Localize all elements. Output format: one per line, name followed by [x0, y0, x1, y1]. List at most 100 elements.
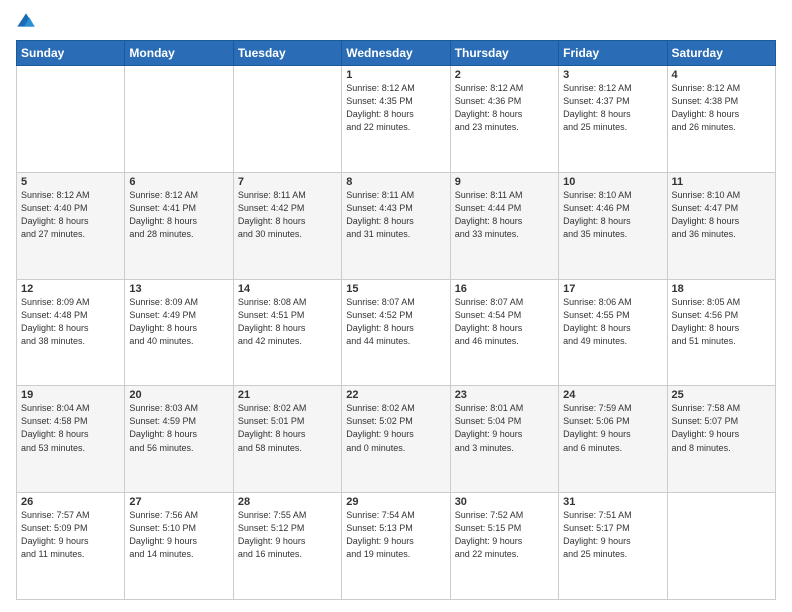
- calendar-cell: 12Sunrise: 8:09 AM Sunset: 4:48 PM Dayli…: [17, 279, 125, 386]
- header: [16, 12, 776, 32]
- dow-header-sunday: Sunday: [17, 41, 125, 66]
- calendar-cell: 17Sunrise: 8:06 AM Sunset: 4:55 PM Dayli…: [559, 279, 667, 386]
- day-info: Sunrise: 7:56 AM Sunset: 5:10 PM Dayligh…: [129, 509, 228, 561]
- calendar-cell: 10Sunrise: 8:10 AM Sunset: 4:46 PM Dayli…: [559, 172, 667, 279]
- day-number: 6: [129, 176, 228, 188]
- day-info: Sunrise: 8:07 AM Sunset: 4:52 PM Dayligh…: [346, 296, 445, 348]
- calendar-cell: 26Sunrise: 7:57 AM Sunset: 5:09 PM Dayli…: [17, 493, 125, 600]
- dow-header-thursday: Thursday: [450, 41, 558, 66]
- day-number: 28: [238, 496, 337, 508]
- day-info: Sunrise: 8:07 AM Sunset: 4:54 PM Dayligh…: [455, 296, 554, 348]
- calendar-cell: 4Sunrise: 8:12 AM Sunset: 4:38 PM Daylig…: [667, 66, 775, 173]
- week-row-0: 1Sunrise: 8:12 AM Sunset: 4:35 PM Daylig…: [17, 66, 776, 173]
- day-info: Sunrise: 8:12 AM Sunset: 4:40 PM Dayligh…: [21, 189, 120, 241]
- week-row-4: 26Sunrise: 7:57 AM Sunset: 5:09 PM Dayli…: [17, 493, 776, 600]
- day-info: Sunrise: 8:08 AM Sunset: 4:51 PM Dayligh…: [238, 296, 337, 348]
- calendar-cell: 18Sunrise: 8:05 AM Sunset: 4:56 PM Dayli…: [667, 279, 775, 386]
- day-number: 23: [455, 389, 554, 401]
- day-info: Sunrise: 8:02 AM Sunset: 5:01 PM Dayligh…: [238, 402, 337, 454]
- day-info: Sunrise: 8:11 AM Sunset: 4:43 PM Dayligh…: [346, 189, 445, 241]
- day-info: Sunrise: 8:11 AM Sunset: 4:44 PM Dayligh…: [455, 189, 554, 241]
- calendar-cell: 14Sunrise: 8:08 AM Sunset: 4:51 PM Dayli…: [233, 279, 341, 386]
- day-info: Sunrise: 8:06 AM Sunset: 4:55 PM Dayligh…: [563, 296, 662, 348]
- day-info: Sunrise: 8:05 AM Sunset: 4:56 PM Dayligh…: [672, 296, 771, 348]
- calendar-cell: 9Sunrise: 8:11 AM Sunset: 4:44 PM Daylig…: [450, 172, 558, 279]
- day-info: Sunrise: 7:58 AM Sunset: 5:07 PM Dayligh…: [672, 402, 771, 454]
- week-row-1: 5Sunrise: 8:12 AM Sunset: 4:40 PM Daylig…: [17, 172, 776, 279]
- day-info: Sunrise: 7:52 AM Sunset: 5:15 PM Dayligh…: [455, 509, 554, 561]
- calendar-cell: 5Sunrise: 8:12 AM Sunset: 4:40 PM Daylig…: [17, 172, 125, 279]
- day-info: Sunrise: 7:54 AM Sunset: 5:13 PM Dayligh…: [346, 509, 445, 561]
- day-info: Sunrise: 8:04 AM Sunset: 4:58 PM Dayligh…: [21, 402, 120, 454]
- calendar-cell: 6Sunrise: 8:12 AM Sunset: 4:41 PM Daylig…: [125, 172, 233, 279]
- day-number: 29: [346, 496, 445, 508]
- calendar-cell: [125, 66, 233, 173]
- day-number: 17: [563, 283, 662, 295]
- day-number: 8: [346, 176, 445, 188]
- calendar-cell: 21Sunrise: 8:02 AM Sunset: 5:01 PM Dayli…: [233, 386, 341, 493]
- day-number: 18: [672, 283, 771, 295]
- day-info: Sunrise: 8:12 AM Sunset: 4:36 PM Dayligh…: [455, 82, 554, 134]
- calendar-cell: 1Sunrise: 8:12 AM Sunset: 4:35 PM Daylig…: [342, 66, 450, 173]
- day-info: Sunrise: 8:12 AM Sunset: 4:38 PM Dayligh…: [672, 82, 771, 134]
- calendar-cell: 24Sunrise: 7:59 AM Sunset: 5:06 PM Dayli…: [559, 386, 667, 493]
- day-info: Sunrise: 8:09 AM Sunset: 4:49 PM Dayligh…: [129, 296, 228, 348]
- day-number: 3: [563, 69, 662, 81]
- calendar-cell: 3Sunrise: 8:12 AM Sunset: 4:37 PM Daylig…: [559, 66, 667, 173]
- day-info: Sunrise: 8:12 AM Sunset: 4:35 PM Dayligh…: [346, 82, 445, 134]
- day-number: 25: [672, 389, 771, 401]
- calendar-table: SundayMondayTuesdayWednesdayThursdayFrid…: [16, 40, 776, 600]
- calendar-cell: 7Sunrise: 8:11 AM Sunset: 4:42 PM Daylig…: [233, 172, 341, 279]
- day-number: 11: [672, 176, 771, 188]
- day-number: 4: [672, 69, 771, 81]
- day-info: Sunrise: 7:57 AM Sunset: 5:09 PM Dayligh…: [21, 509, 120, 561]
- day-number: 30: [455, 496, 554, 508]
- day-number: 7: [238, 176, 337, 188]
- day-number: 10: [563, 176, 662, 188]
- calendar-cell: 13Sunrise: 8:09 AM Sunset: 4:49 PM Dayli…: [125, 279, 233, 386]
- day-number: 26: [21, 496, 120, 508]
- logo-icon: [16, 12, 36, 32]
- page: SundayMondayTuesdayWednesdayThursdayFrid…: [0, 0, 792, 612]
- day-number: 20: [129, 389, 228, 401]
- day-info: Sunrise: 8:02 AM Sunset: 5:02 PM Dayligh…: [346, 402, 445, 454]
- calendar-cell: 23Sunrise: 8:01 AM Sunset: 5:04 PM Dayli…: [450, 386, 558, 493]
- day-info: Sunrise: 8:12 AM Sunset: 4:41 PM Dayligh…: [129, 189, 228, 241]
- calendar-cell: 31Sunrise: 7:51 AM Sunset: 5:17 PM Dayli…: [559, 493, 667, 600]
- calendar-cell: [17, 66, 125, 173]
- day-info: Sunrise: 7:51 AM Sunset: 5:17 PM Dayligh…: [563, 509, 662, 561]
- calendar-cell: 20Sunrise: 8:03 AM Sunset: 4:59 PM Dayli…: [125, 386, 233, 493]
- dow-header-tuesday: Tuesday: [233, 41, 341, 66]
- dow-header-saturday: Saturday: [667, 41, 775, 66]
- calendar-cell: 22Sunrise: 8:02 AM Sunset: 5:02 PM Dayli…: [342, 386, 450, 493]
- day-number: 22: [346, 389, 445, 401]
- day-number: 9: [455, 176, 554, 188]
- calendar-cell: 11Sunrise: 8:10 AM Sunset: 4:47 PM Dayli…: [667, 172, 775, 279]
- day-number: 21: [238, 389, 337, 401]
- day-info: Sunrise: 8:01 AM Sunset: 5:04 PM Dayligh…: [455, 402, 554, 454]
- day-info: Sunrise: 8:11 AM Sunset: 4:42 PM Dayligh…: [238, 189, 337, 241]
- calendar-cell: 16Sunrise: 8:07 AM Sunset: 4:54 PM Dayli…: [450, 279, 558, 386]
- day-number: 14: [238, 283, 337, 295]
- calendar-cell: 15Sunrise: 8:07 AM Sunset: 4:52 PM Dayli…: [342, 279, 450, 386]
- day-number: 13: [129, 283, 228, 295]
- dow-header-wednesday: Wednesday: [342, 41, 450, 66]
- week-row-2: 12Sunrise: 8:09 AM Sunset: 4:48 PM Dayli…: [17, 279, 776, 386]
- day-number: 12: [21, 283, 120, 295]
- calendar-cell: 30Sunrise: 7:52 AM Sunset: 5:15 PM Dayli…: [450, 493, 558, 600]
- week-row-3: 19Sunrise: 8:04 AM Sunset: 4:58 PM Dayli…: [17, 386, 776, 493]
- calendar-cell: 8Sunrise: 8:11 AM Sunset: 4:43 PM Daylig…: [342, 172, 450, 279]
- day-number: 5: [21, 176, 120, 188]
- calendar-cell: 25Sunrise: 7:58 AM Sunset: 5:07 PM Dayli…: [667, 386, 775, 493]
- calendar-cell: 28Sunrise: 7:55 AM Sunset: 5:12 PM Dayli…: [233, 493, 341, 600]
- dow-header-monday: Monday: [125, 41, 233, 66]
- logo: [16, 12, 40, 32]
- day-info: Sunrise: 8:12 AM Sunset: 4:37 PM Dayligh…: [563, 82, 662, 134]
- calendar-cell: [667, 493, 775, 600]
- calendar-cell: 29Sunrise: 7:54 AM Sunset: 5:13 PM Dayli…: [342, 493, 450, 600]
- day-info: Sunrise: 7:55 AM Sunset: 5:12 PM Dayligh…: [238, 509, 337, 561]
- day-number: 31: [563, 496, 662, 508]
- calendar-cell: [233, 66, 341, 173]
- calendar-cell: 19Sunrise: 8:04 AM Sunset: 4:58 PM Dayli…: [17, 386, 125, 493]
- day-number: 15: [346, 283, 445, 295]
